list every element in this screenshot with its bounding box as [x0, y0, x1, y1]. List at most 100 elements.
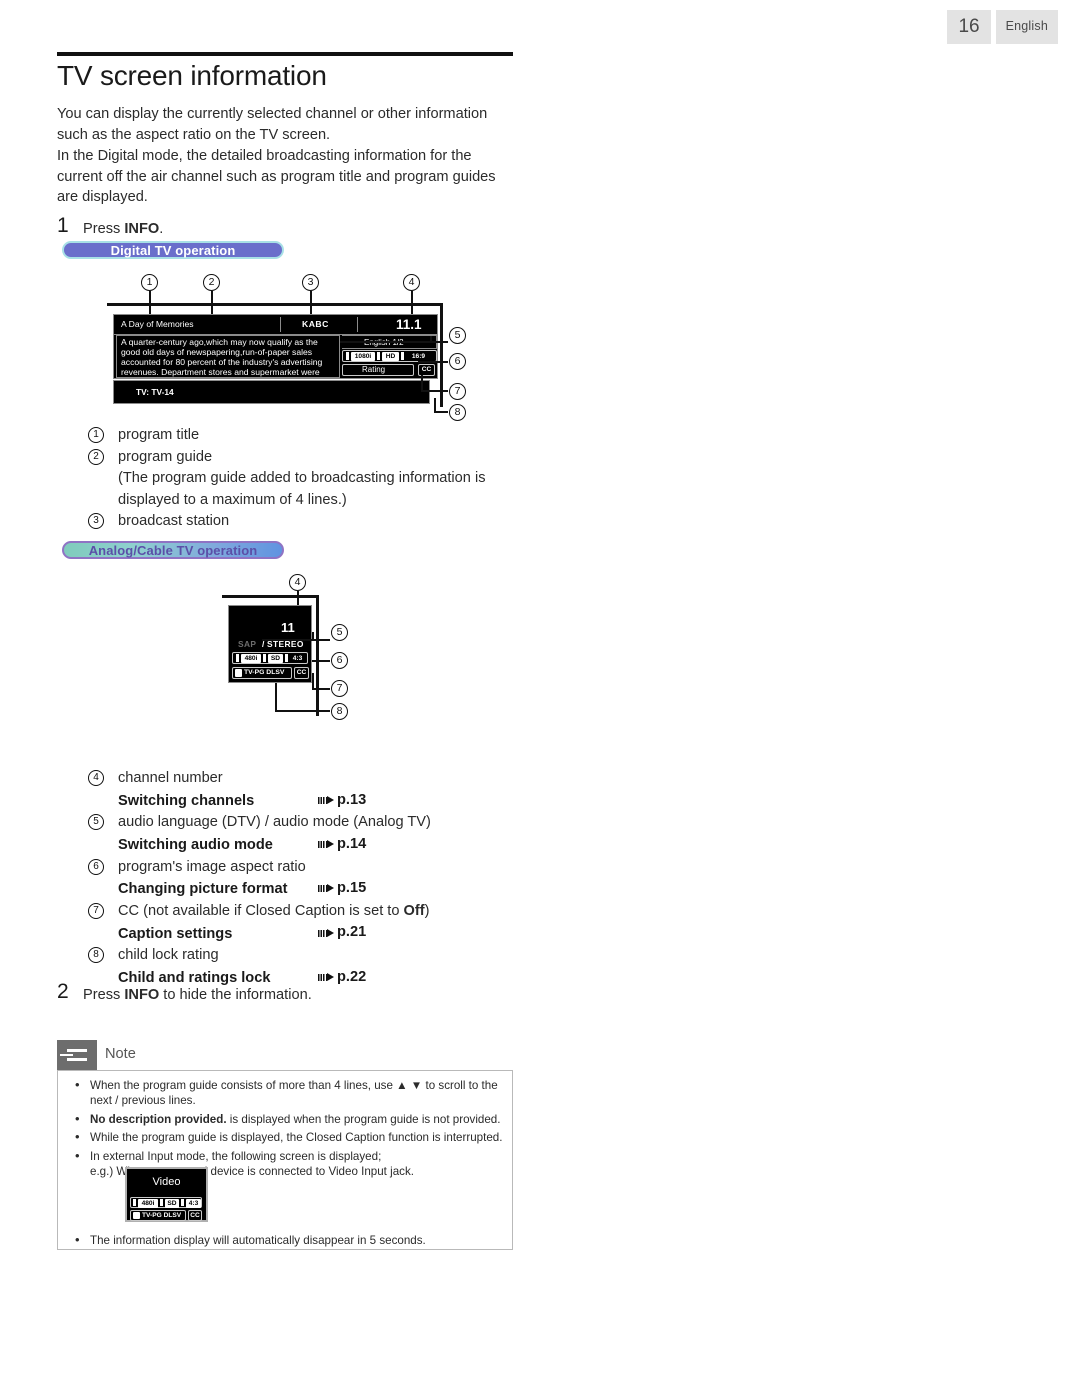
bracket-top — [107, 303, 443, 306]
note-icon — [57, 1040, 97, 1070]
legend-item: 1 program title — [88, 425, 518, 447]
legend-text: program guide — [118, 448, 213, 465]
legend-link-row: Caption settings p.21 — [118, 922, 518, 945]
arrow-icon — [318, 884, 334, 893]
legend-desc-pre: CC (not available if Closed Caption is s… — [118, 902, 404, 919]
note-item-pre: In external Input mode, the following sc… — [90, 1149, 382, 1163]
page-ref-label: p.22 — [337, 968, 367, 985]
section-pill-analog: Analog/Cable TV operation — [62, 541, 284, 559]
legend-item: (The program guide added to broadcasting… — [88, 468, 518, 511]
legend-desc: channel number — [118, 770, 223, 786]
analog-cc-chip: CC — [294, 667, 309, 679]
osd-channel-number: 11.1 — [396, 317, 422, 332]
page-title: TV screen information — [57, 60, 327, 91]
analog-bracket-top — [222, 595, 319, 598]
page-ref-label: p.21 — [337, 924, 367, 941]
legend-desc: CC (not available if Closed Caption is s… — [118, 901, 518, 923]
legend-item: 6 program's image aspect ratio Changing … — [88, 857, 518, 901]
step-2-text: Press INFO to hide the information. — [83, 982, 312, 1005]
osd-guide-line-3: accounted for 80 percent of the industry… — [121, 357, 323, 367]
step-2-post: to hide the information. — [159, 987, 312, 1003]
legend-text: broadcast station — [118, 513, 230, 529]
analog-leader-5b — [312, 632, 314, 640]
analog-callout-7: 7 — [331, 680, 348, 697]
note-item: While the program guide is displayed, th… — [68, 1129, 504, 1145]
note-item: The information display will automatical… — [68, 1232, 426, 1248]
note-item-pre: When the program guide consists of more … — [90, 1079, 397, 1092]
note-item: No description provided. is displayed wh… — [68, 1111, 504, 1127]
video-resolution-chip: 480i — [138, 1199, 158, 1208]
legend-note-text: (The program guide added to broadcasting… — [118, 470, 486, 508]
video-quality-chip: SD — [165, 1199, 179, 1208]
leader-line-8b — [434, 398, 436, 412]
step-2-number: 2 — [57, 980, 69, 1003]
step-1: 1 Press INFO. — [57, 214, 163, 239]
legend-number: 6 — [88, 858, 104, 875]
callout-7: 7 — [449, 383, 466, 400]
osd-aspect-chip: 16:9 — [406, 352, 431, 361]
legend-number: 5 — [88, 814, 104, 831]
analog-callout-8: 8 — [331, 703, 348, 720]
note-item: When the program guide consists of more … — [68, 1077, 504, 1109]
legend-link[interactable]: Switching channels — [118, 791, 318, 813]
legend-number: 2 — [88, 448, 104, 465]
video-input-osd-mock: Video 480i SD 4:3 TV-PG DLSV CC — [125, 1167, 208, 1222]
osd-rating-label: Rating — [362, 365, 386, 374]
callout-2: 2 — [203, 274, 220, 291]
legend-number: 1 — [88, 427, 104, 443]
callout-5: 5 — [449, 327, 466, 344]
leader-line-5b — [430, 336, 432, 342]
leader-line-6 — [418, 361, 448, 363]
osd-panel-digital: A Day of Memories KABC 11.1 A quarter-ce… — [113, 314, 438, 379]
intro-paragraph-1: You can display the currently selected c… — [57, 106, 488, 143]
leader-line-8 — [434, 411, 448, 413]
step-1-number: 1 — [57, 214, 69, 237]
intro-paragraph-2: In the Digital mode, the detailed broadc… — [57, 148, 496, 206]
arrow-icon — [318, 928, 334, 938]
leader-line-7 — [421, 390, 448, 392]
page-reference[interactable]: p.14 — [318, 834, 366, 856]
osd-child-lock-bar: TV: TV-14 — [113, 380, 430, 404]
video-lock-icon — [133, 1212, 140, 1219]
analog-callout-5: 5 — [331, 624, 348, 641]
analog-bracket-right — [316, 595, 319, 716]
page-reference[interactable]: p.15 — [318, 878, 366, 900]
title-rule — [57, 52, 513, 56]
osd-panel-analog: 11 SAP / STEREO 480i SD 4:3 TV-PG DLSV C… — [228, 605, 312, 683]
arrow-icon — [318, 840, 334, 849]
legend-link[interactable]: Changing picture format — [118, 879, 318, 901]
legend-link[interactable]: Switching audio mode — [118, 835, 318, 857]
page-reference[interactable]: p.21 — [318, 922, 366, 944]
analog-leader-8 — [275, 710, 330, 712]
page-reference[interactable]: p.13 — [318, 790, 366, 812]
analog-callout-4: 4 — [289, 574, 306, 591]
legend-desc: program's image aspect ratio — [118, 858, 306, 875]
osd-broadcast-station: KABC — [302, 319, 329, 329]
osd-divider-2 — [357, 317, 359, 332]
analog-lock-chip: TV-PG DLSV — [244, 669, 285, 676]
page-reference[interactable]: p.22 — [318, 967, 366, 989]
legend-link[interactable]: Caption settings — [118, 924, 318, 946]
video-lock-chip: TV-PG DLSV — [142, 1212, 182, 1219]
analog-audio-sap: SAP — [238, 639, 257, 649]
note-label: Note — [105, 1046, 136, 1062]
legend-desc: audio language (DTV) / audio mode (Analo… — [118, 814, 431, 831]
legend-top: 1 program title 2 program guide (The pro… — [88, 425, 518, 533]
step-1-post: . — [159, 221, 164, 237]
page-ref-label: p.15 — [337, 880, 367, 896]
analog-resolution-chip: 480i — [241, 654, 261, 663]
section-pill-digital: Digital TV operation — [62, 241, 284, 259]
legend-link-row: Changing picture format p.15 — [118, 878, 518, 901]
leader-line-5 — [340, 341, 448, 343]
video-cc-chip: CC — [188, 1210, 202, 1221]
page-header: 16 English — [947, 10, 1058, 44]
page-number: 16 — [947, 10, 991, 44]
page-ref-label: p.13 — [337, 791, 367, 808]
note-item-bold: No description provided. — [90, 1112, 227, 1126]
legend-bottom: 4 channel number Switching channels p.13… — [88, 768, 518, 989]
analog-leader-7 — [312, 688, 330, 690]
step-2-pre: Press — [83, 987, 125, 1003]
legend-desc: child lock rating — [118, 947, 219, 963]
step-1-text: Press INFO. — [83, 216, 163, 239]
note-icon-line-2 — [60, 1053, 73, 1057]
